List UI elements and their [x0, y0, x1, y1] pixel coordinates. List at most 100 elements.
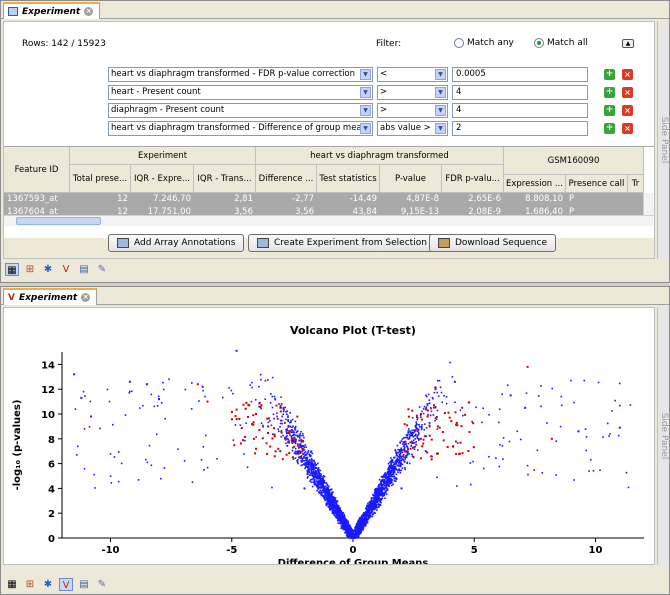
column-header[interactable]: Expression ...: [504, 175, 566, 193]
vertical-scrollbar[interactable]: [643, 193, 654, 215]
data-point-red: [412, 446, 415, 449]
column-header[interactable]: IQR - Trans...: [194, 165, 256, 193]
table-icon[interactable]: ▦: [5, 578, 19, 591]
data-point-red: [454, 411, 457, 414]
volcano-icon[interactable]: V: [59, 263, 73, 276]
column-header[interactable]: Difference ...: [256, 165, 317, 193]
data-point-blue: [372, 501, 375, 503]
match-all-radio[interactable]: Match all: [534, 38, 588, 48]
data-point-blue: [153, 405, 156, 408]
data-point-red: [409, 447, 412, 450]
column-header[interactable]: Tr: [628, 175, 644, 193]
add-filter-icon[interactable]: +: [604, 69, 615, 80]
data-point-blue: [73, 373, 76, 376]
create-experiment-button[interactable]: Create Experiment from Selection: [248, 234, 436, 252]
data-point-blue: [404, 458, 406, 460]
data-point-blue: [294, 420, 297, 423]
horizontal-scrollbar[interactable]: [4, 215, 654, 226]
data-point-blue: [260, 422, 263, 424]
column-header[interactable]: Total prese...: [70, 165, 131, 193]
data-point-blue: [277, 428, 279, 431]
scatter-icon[interactable]: ✱: [41, 578, 55, 591]
data-point-blue: [445, 402, 448, 405]
operator-select[interactable]: > ▼: [377, 85, 448, 100]
add-filter-icon[interactable]: +: [604, 87, 615, 98]
plot-area[interactable]: Volcano Plot (T-test) -10 -5 0 5 10 0 2 4 6 8 10 12 1…: [4, 308, 656, 569]
data-point-red: [239, 442, 242, 445]
value-field[interactable]: 4: [452, 103, 588, 118]
data-point-red: [415, 443, 418, 446]
data-point-blue: [374, 492, 376, 494]
book-icon[interactable]: ▤: [77, 263, 91, 276]
volcano-plot-chart[interactable]: Volcano Plot (T-test) -10 -5 0 5 10 0 2 4 6 8 10 12 1…: [4, 308, 656, 569]
operator-select[interactable]: > ▼: [377, 103, 448, 118]
column-select[interactable]: diaphragm - Present count ▼: [108, 103, 373, 118]
remove-filter-icon[interactable]: ×: [622, 69, 633, 80]
data-point-blue: [541, 472, 544, 474]
data-point-blue: [334, 507, 337, 509]
data-point-blue: [414, 425, 417, 427]
add-filter-icon[interactable]: +: [604, 105, 615, 116]
data-point-red: [430, 458, 433, 461]
data-point-blue: [426, 403, 429, 405]
data-point-blue: [310, 462, 312, 464]
close-icon[interactable]: ×: [81, 293, 91, 302]
book-icon[interactable]: ▤: [77, 578, 91, 591]
value-field[interactable]: 0.0005: [452, 67, 588, 82]
column-header[interactable]: Test statistics: [317, 165, 380, 193]
value-field[interactable]: 4: [452, 85, 588, 100]
data-point-blue: [184, 388, 187, 391]
column-select[interactable]: heart vs diaphragm transformed - FDR p-v…: [108, 67, 373, 82]
column-select[interactable]: heart vs diaphragm transformed - Differe…: [108, 121, 373, 136]
match-any-radio[interactable]: Match any: [454, 38, 514, 48]
add-filter-icon[interactable]: +: [604, 123, 615, 134]
table-row[interactable]: 1367604_at 12 17.751,00 3,56 3,56 43,84 …: [4, 206, 644, 215]
filter-area: Rows: 142 / 15923 Filter: Match any Matc…: [4, 22, 654, 146]
data-point-blue: [298, 439, 301, 442]
data-point-red: [269, 445, 272, 448]
view-toolbar: ▦ ⊞ ✱ V ▤ ✎: [3, 261, 109, 277]
download-sequence-button[interactable]: Download Sequence: [429, 234, 556, 252]
value-field[interactable]: 2: [452, 121, 588, 136]
close-icon[interactable]: ×: [84, 7, 94, 16]
table-icon[interactable]: ▦: [5, 262, 19, 276]
scroll-thumb[interactable]: [16, 217, 101, 225]
add-array-annotations-button[interactable]: Add Array Annotations: [108, 234, 245, 252]
volcano-icon[interactable]: V: [59, 577, 73, 591]
remove-filter-icon[interactable]: ×: [622, 105, 633, 116]
tab-experiment-top[interactable]: Experiment ×: [3, 2, 101, 19]
bottom-tab-bar: V Experiment ×: [1, 287, 669, 305]
data-point-blue: [346, 531, 348, 534]
column-select[interactable]: heart - Present count ▼: [108, 85, 373, 100]
data-point-blue: [374, 488, 377, 491]
remove-filter-icon[interactable]: ×: [622, 87, 633, 98]
column-header[interactable]: Presence call: [566, 175, 628, 193]
data-point-blue: [295, 431, 298, 434]
data-point-blue: [305, 446, 307, 448]
column-header[interactable]: P-value: [380, 165, 442, 193]
data-point-blue: [222, 396, 224, 399]
notes-icon[interactable]: ✎: [95, 263, 109, 276]
table-row[interactable]: 1367593_at 12 7.246,70 2,81 -2,77 -14,49…: [4, 193, 644, 206]
data-point-blue: [401, 438, 404, 440]
data-point-blue: [203, 468, 205, 471]
column-header-feature-id[interactable]: Feature ID: [4, 147, 70, 193]
data-point-blue: [416, 449, 419, 451]
operator-select[interactable]: abs value > ▼: [377, 121, 448, 136]
data-point-blue: [508, 440, 511, 443]
operator-select[interactable]: < ▼: [377, 67, 448, 82]
side-panel-tab[interactable]: Side Panel: [657, 21, 669, 259]
notes-icon[interactable]: ✎: [95, 578, 109, 591]
data-point-blue: [311, 474, 314, 477]
tab-experiment-bottom[interactable]: V Experiment ×: [3, 288, 98, 305]
column-header[interactable]: IQR - Expre...: [131, 165, 194, 193]
data-point-blue: [439, 386, 442, 389]
column-header[interactable]: FDR p-valu...: [442, 165, 504, 193]
collapse-icon[interactable]: ▲: [622, 39, 634, 48]
data-point-blue: [357, 535, 360, 538]
scatter-icon[interactable]: ✱: [41, 263, 55, 276]
side-panel-tab[interactable]: Side Panel: [657, 307, 669, 565]
filter-icon[interactable]: ⊞: [23, 578, 37, 591]
remove-filter-icon[interactable]: ×: [622, 123, 633, 134]
filter-icon[interactable]: ⊞: [23, 263, 37, 276]
